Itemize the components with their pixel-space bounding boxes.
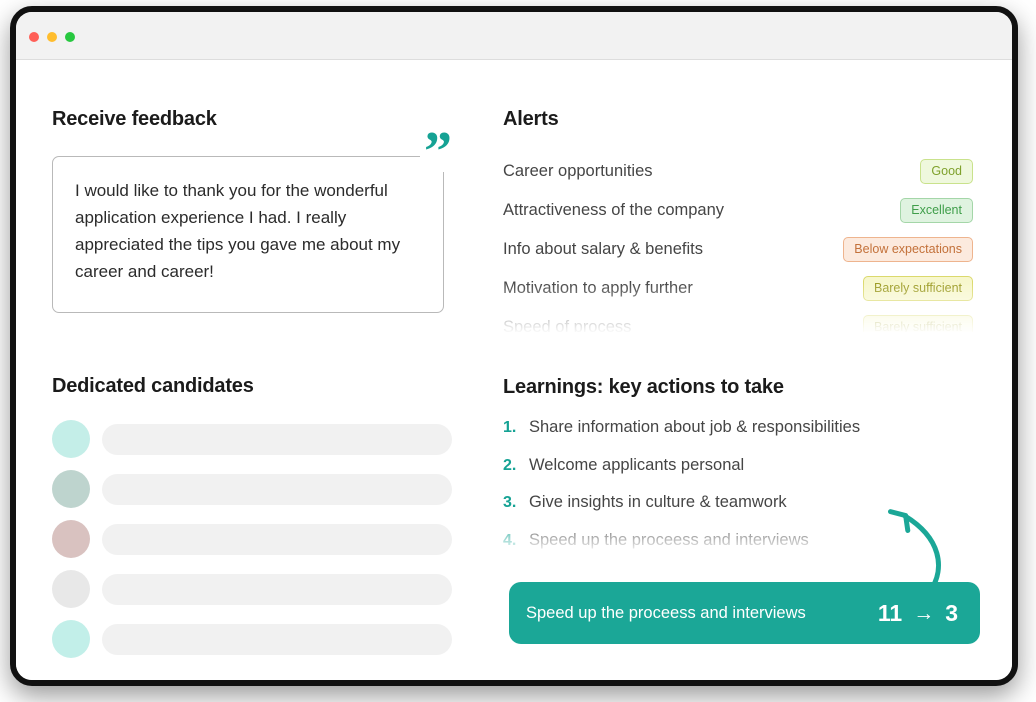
alert-label: Motivation to apply further — [503, 279, 693, 297]
avatar — [52, 620, 90, 658]
alert-row[interactable]: Speed of process Barely sufficient — [503, 308, 973, 332]
candidate-placeholder-bar — [102, 573, 452, 605]
learning-item-text: Speed up the proceess and interviews — [529, 530, 809, 549]
alert-status-badge: Barely sufficient — [862, 314, 973, 332]
alert-row[interactable]: Attractiveness of the company Excellent — [503, 191, 973, 230]
candidate-row[interactable] — [52, 520, 452, 558]
candidate-row[interactable] — [52, 420, 452, 458]
minimize-button[interactable] — [47, 32, 57, 42]
window-controls — [29, 32, 75, 42]
feedback-quote-text: I would like to thank you for the wonder… — [75, 181, 401, 281]
learnings-title: Learnings: key actions to take — [503, 376, 784, 398]
quote-mark-icon: ” — [420, 124, 456, 180]
highlight-banner-label: Speed up the proceess and interviews — [526, 603, 806, 622]
alert-row[interactable]: Motivation to apply further Barely suffic… — [503, 269, 973, 308]
learning-item-text: Give insights in culture & teamwork — [529, 493, 787, 511]
learning-item-number: 3. — [503, 494, 517, 511]
avatar — [52, 420, 90, 458]
avatar — [52, 570, 90, 608]
learning-item-number: 1. — [503, 419, 517, 436]
feedback-quote-box[interactable]: I would like to thank you for the wonder… — [52, 156, 444, 313]
alert-label: Info about salary & benefits — [503, 240, 703, 258]
alerts-title: Alerts — [503, 108, 559, 130]
screenshot-root: Receive feedback I would like to thank y… — [0, 0, 1036, 702]
highlight-banner[interactable]: Speed up the proceess and interviews 11 … — [509, 582, 980, 644]
learnings-list: 1. Share information about job & responsi… — [503, 418, 973, 558]
alert-label: Career opportunities — [503, 162, 653, 180]
alert-row[interactable]: Info about salary & benefits Below expect… — [503, 230, 973, 269]
learning-item-text: Share information about job & responsibi… — [529, 418, 861, 436]
alert-status-badge: Good — [920, 158, 973, 185]
maximize-button[interactable] — [65, 32, 75, 42]
learning-item-number: 4. — [503, 531, 517, 549]
page-content: Receive feedback I would like to thank y… — [16, 60, 1012, 680]
candidate-placeholder-bar — [102, 473, 452, 505]
alert-label: Attractiveness of the company — [503, 201, 725, 219]
device-bezel: Receive feedback I would like to thank y… — [10, 6, 1018, 686]
candidate-row[interactable] — [52, 470, 452, 508]
close-button[interactable] — [29, 32, 39, 42]
arrow-right-icon: → — [913, 601, 935, 625]
window-titlebar — [16, 12, 1012, 60]
learning-item-text: Welcome applicants personal — [529, 455, 745, 474]
alert-label: Speed of process — [503, 318, 632, 332]
candidate-row[interactable] — [52, 620, 452, 658]
alert-status-badge: Barely sufficient — [862, 275, 973, 302]
alerts-list: Career opportunities Good Attractiveness o… — [503, 152, 973, 332]
candidate-row[interactable] — [52, 570, 452, 608]
dedicated-candidates-title: Dedicated candidates — [52, 375, 254, 397]
learning-item[interactable]: 3. Give insights in culture & teamwork — [503, 493, 973, 531]
alert-row[interactable]: Career opportunities Good — [503, 152, 973, 191]
candidate-placeholder-bar — [102, 523, 452, 555]
candidate-placeholder-bar — [102, 423, 452, 455]
alert-status-badge: Below expectations — [843, 236, 973, 263]
metric-from-value: 11 — [877, 599, 903, 626]
candidate-placeholder-bar — [102, 623, 452, 655]
learning-item[interactable]: 1. Share information about job & responsi… — [503, 418, 973, 456]
learning-item[interactable]: 4. Speed up the proceess and interviews — [503, 531, 973, 559]
receive-feedback-title: Receive feedback — [52, 108, 217, 130]
feedback-card: I would like to thank you for the wonder… — [52, 124, 456, 313]
alert-status-badge: Excellent — [900, 197, 973, 224]
highlight-banner-metric: 11 → 3 — [877, 599, 958, 626]
avatar — [52, 520, 90, 558]
dedicated-candidates-list — [52, 420, 452, 670]
metric-to-value: 3 — [945, 599, 958, 626]
learning-item-number: 2. — [503, 456, 517, 474]
avatar — [52, 470, 90, 508]
learning-item[interactable]: 2. Welcome applicants personal — [503, 456, 973, 494]
